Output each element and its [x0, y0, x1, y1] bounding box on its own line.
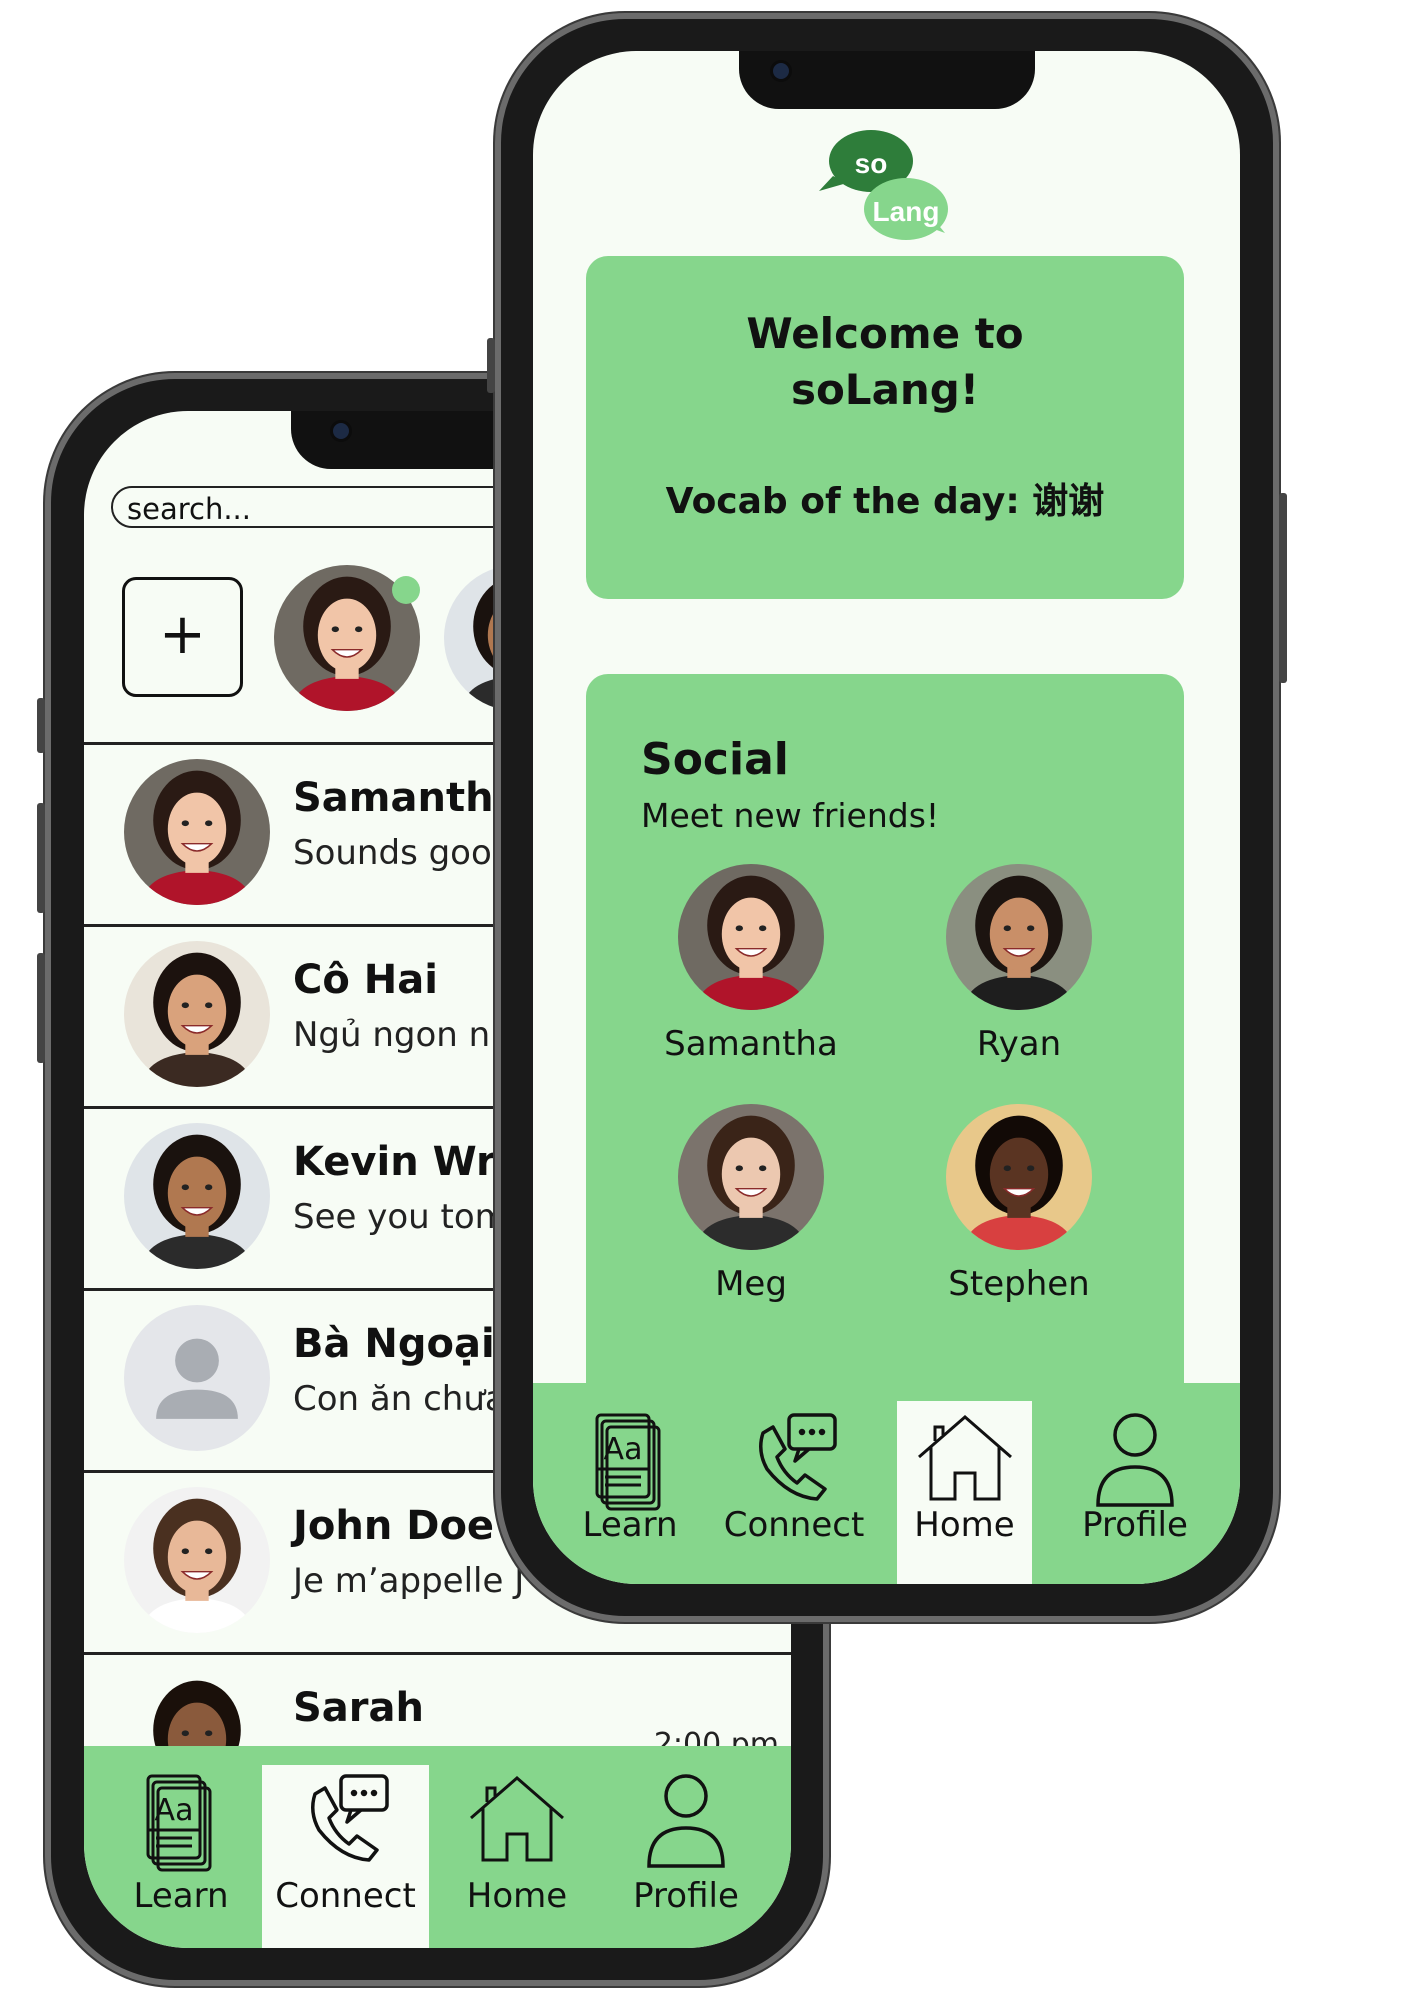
- friend-name: Stephen: [948, 1264, 1090, 1304]
- friend-name: Meg: [715, 1264, 787, 1304]
- home-phone-frame: so Lang Welcome to soLang! Vocab of the d…: [487, 13, 1287, 1622]
- avatar: [946, 864, 1092, 1010]
- bottom-nav: Aa Learn Connect Home Profile: [533, 1383, 1240, 1584]
- avatar: [124, 941, 270, 1087]
- last-message: See you tom: [293, 1197, 508, 1237]
- vocab-of-the-day: Vocab of the day: 谢谢: [665, 481, 1105, 522]
- camera: [333, 423, 349, 439]
- last-message: Je m’appelle J: [293, 1561, 525, 1601]
- welcome-title: Welcome to soLang!: [746, 309, 1024, 414]
- tab-label: Learn: [582, 1505, 678, 1545]
- power-button: [1279, 493, 1287, 683]
- avatar: [124, 1305, 270, 1451]
- tab-label: Learn: [133, 1876, 229, 1916]
- avatar: [946, 1104, 1092, 1250]
- avatar: [678, 1104, 824, 1250]
- social-subtitle: Meet new friends!: [641, 796, 940, 835]
- tab-connect[interactable]: Connect: [709, 1383, 879, 1584]
- avatar: [678, 864, 824, 1010]
- avatar: [124, 1123, 270, 1269]
- side-button: [487, 338, 495, 393]
- contact-name: Samantha: [293, 775, 521, 821]
- volume-up-button: [37, 803, 45, 913]
- tab-learn[interactable]: Aa Learn: [96, 1746, 266, 1948]
- welcome-card: Welcome to soLang! Vocab of the day: 谢谢: [586, 256, 1184, 599]
- social-card[interactable]: Social Meet new friends! Samantha Ryan Meg…: [586, 674, 1184, 1414]
- tab-home[interactable]: Home: [432, 1746, 602, 1948]
- tab-label: Profile: [633, 1876, 739, 1916]
- friend-suggestion[interactable]: Meg: [631, 1104, 871, 1304]
- social-title: Social: [641, 734, 789, 785]
- tab-label: Connect: [723, 1505, 865, 1545]
- friend-name: Ryan: [976, 1024, 1062, 1064]
- avatar: [124, 759, 270, 905]
- contact-name: Cô Hai: [293, 957, 438, 1003]
- tab-profile[interactable]: Profile: [1050, 1383, 1220, 1584]
- svg-text:Lang: Lang: [873, 196, 940, 227]
- tab-home[interactable]: Home: [897, 1401, 1032, 1584]
- tab-label: Home: [914, 1505, 1015, 1545]
- svg-text:Aa: Aa: [604, 1432, 643, 1467]
- tab-label: Profile: [1082, 1505, 1188, 1545]
- contact-name: Sarah: [293, 1685, 424, 1731]
- tab-connect[interactable]: Connect: [262, 1765, 429, 1948]
- avatar: [124, 1487, 270, 1633]
- volume-down-button: [37, 953, 45, 1063]
- last-message: Sounds goo: [293, 833, 492, 873]
- online-indicator: [392, 576, 420, 604]
- friend-name: Samantha: [664, 1024, 838, 1064]
- contact-name: John Doe: [293, 1503, 495, 1549]
- tab-label: Home: [466, 1876, 568, 1916]
- tab-label: Connect: [275, 1876, 416, 1916]
- side-button: [37, 698, 45, 753]
- tab-learn[interactable]: Aa Learn: [545, 1383, 715, 1584]
- contact-name: Bà Ngoại: [293, 1321, 495, 1367]
- solang-logo: so Lang: [819, 130, 948, 240]
- friend-suggestion[interactable]: Ryan: [899, 864, 1139, 1064]
- friend-suggestion[interactable]: Stephen: [899, 1104, 1139, 1304]
- tab-profile[interactable]: Profile: [601, 1746, 771, 1948]
- bottom-nav: Aa Learn Connect Home Profile: [84, 1746, 791, 1948]
- svg-text:Aa: Aa: [155, 1793, 194, 1828]
- last-message: Con ăn chưa: [293, 1379, 506, 1419]
- last-message: Ngủ ngon nh: [293, 1015, 512, 1055]
- notch: [739, 51, 1035, 109]
- friend-suggestion[interactable]: Samantha: [631, 864, 871, 1064]
- svg-text:so: so: [855, 148, 888, 179]
- add-contact-button[interactable]: +: [122, 577, 243, 697]
- home-screen: so Lang Welcome to soLang! Vocab of the d…: [533, 51, 1240, 1584]
- camera: [773, 63, 789, 79]
